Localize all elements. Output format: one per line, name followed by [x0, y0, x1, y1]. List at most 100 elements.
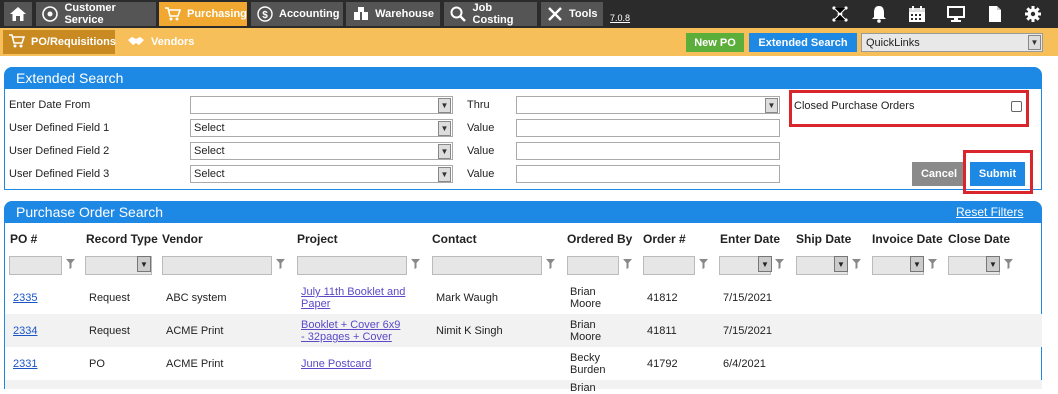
- udf3-value: Select: [194, 168, 225, 180]
- udf2-value: Select: [194, 145, 225, 157]
- tab-vendors[interactable]: Vendors: [121, 30, 201, 54]
- home-tab[interactable]: [4, 2, 32, 26]
- project-link[interactable]: July 11th Booklet and: [301, 286, 405, 298]
- filter-po-input[interactable]: [9, 256, 62, 275]
- column-header[interactable]: Enter Date: [720, 232, 780, 246]
- column-header[interactable]: Contact: [432, 232, 477, 246]
- chevron-down-icon: ▼: [438, 121, 451, 136]
- panel-title: Extended Search: [16, 70, 124, 86]
- thru-select[interactable]: ▼: [516, 96, 780, 114]
- chevron-down-icon[interactable]: ▼: [137, 256, 151, 272]
- tab-customer-service[interactable]: Customer Service: [36, 2, 156, 26]
- new-po-button[interactable]: New PO: [686, 33, 744, 52]
- column-header[interactable]: Record Type: [86, 232, 158, 246]
- tab-tools[interactable]: Tools: [541, 2, 603, 26]
- udf1-value: Select: [194, 122, 225, 134]
- cancel-button[interactable]: Cancel: [912, 162, 966, 186]
- network-icon[interactable]: [829, 3, 851, 25]
- panel-title: Purchase Order Search: [16, 204, 164, 220]
- filter-icon[interactable]: [545, 259, 555, 269]
- udf3-select[interactable]: Select ▼: [190, 165, 453, 183]
- table-row[interactable]: [5, 314, 1042, 347]
- bell-icon[interactable]: [868, 3, 890, 25]
- closed-po-checkbox[interactable]: [1011, 101, 1022, 112]
- chevron-down-icon[interactable]: ▼: [910, 256, 924, 272]
- project-link[interactable]: - 32pages + Cover: [301, 331, 392, 343]
- column-header[interactable]: PO #: [10, 232, 37, 246]
- enter-date: 7/15/2021: [723, 325, 772, 337]
- warehouse-icon: [352, 5, 369, 23]
- project-link[interactable]: June Postcard: [301, 358, 371, 370]
- udf3-value-input[interactable]: [516, 165, 780, 183]
- table-row[interactable]: [5, 380, 1042, 389]
- tools-icon: [547, 5, 563, 23]
- filter-icon[interactable]: [927, 259, 937, 269]
- ordered-by: Becky: [570, 352, 600, 364]
- order-number: 41812: [647, 292, 678, 304]
- chevron-down-icon[interactable]: ▼: [758, 256, 772, 272]
- enter-date: 6/4/2021: [723, 358, 766, 370]
- tab-label: Vendors: [151, 36, 195, 48]
- tab-label: Customer Service: [64, 2, 116, 26]
- table-row[interactable]: [5, 347, 1042, 380]
- filter-order-input[interactable]: [643, 256, 695, 275]
- udf2-select[interactable]: Select ▼: [190, 142, 453, 160]
- extended-search-button[interactable]: Extended Search: [749, 33, 857, 52]
- chevron-down-icon[interactable]: ▼: [986, 256, 1000, 272]
- udf1-value-input[interactable]: [516, 119, 780, 137]
- quicklinks-select[interactable]: QuickLinks ▼: [861, 33, 1043, 52]
- po-number-link[interactable]: 2335: [13, 292, 37, 304]
- column-header[interactable]: Ship Date: [796, 232, 851, 246]
- tab-warehouse[interactable]: Warehouse: [346, 2, 440, 26]
- chevron-down-icon: ▼: [765, 98, 778, 113]
- tab-label: Tools: [569, 8, 598, 20]
- udf2-label: User Defined Field 2: [9, 145, 110, 157]
- tab-job-costing[interactable]: Job Costing: [444, 2, 537, 26]
- filter-icon[interactable]: [622, 259, 632, 269]
- column-header[interactable]: Order #: [643, 232, 686, 246]
- filter-icon[interactable]: [65, 259, 75, 269]
- enter-date-from-select[interactable]: ▼: [190, 96, 453, 114]
- filter-icon[interactable]: [1003, 259, 1013, 269]
- po-number-link[interactable]: 2334: [13, 325, 37, 337]
- tab-purchasing[interactable]: Purchasing: [159, 2, 247, 26]
- calendar-icon[interactable]: [906, 3, 928, 25]
- column-header[interactable]: Vendor: [162, 232, 203, 246]
- version-link[interactable]: 7.0.8: [610, 13, 630, 23]
- po-number-link[interactable]: 2331: [13, 358, 37, 370]
- udf1-select[interactable]: Select ▼: [190, 119, 453, 137]
- filter-contact-input[interactable]: [432, 256, 542, 275]
- magnifier-icon: [450, 5, 467, 23]
- filter-vendor-input[interactable]: [162, 256, 272, 275]
- column-header[interactable]: Invoice Date: [872, 232, 943, 246]
- filter-icon[interactable]: [698, 259, 708, 269]
- column-header[interactable]: Close Date: [948, 232, 1010, 246]
- column-header[interactable]: Ordered By: [567, 232, 632, 246]
- gear-icon[interactable]: [1022, 3, 1044, 25]
- tab-po-requisitions[interactable]: PO/Requisitions: [3, 30, 116, 54]
- udf2-value-label: Value: [467, 145, 495, 157]
- column-header[interactable]: Project: [297, 232, 338, 246]
- project-link[interactable]: Booklet + Cover 6x9: [301, 319, 400, 331]
- filter-icon[interactable]: [275, 259, 285, 269]
- cart-icon: [9, 33, 26, 51]
- tab-accounting[interactable]: $ Accounting: [251, 2, 343, 26]
- submit-button[interactable]: Submit: [970, 162, 1025, 186]
- filter-icon[interactable]: [851, 259, 861, 269]
- tab-label: Purchasing: [187, 8, 247, 20]
- udf2-value-input[interactable]: [516, 142, 780, 160]
- home-icon: [9, 5, 27, 23]
- filter-icon[interactable]: [410, 259, 420, 269]
- table-row[interactable]: [5, 281, 1042, 314]
- document-icon[interactable]: [984, 3, 1006, 25]
- dollar-icon: $: [257, 5, 273, 23]
- monitor-icon[interactable]: [945, 3, 967, 25]
- reset-filters-link[interactable]: Reset Filters: [956, 205, 1023, 219]
- udf3-value-label: Value: [467, 168, 495, 180]
- tab-label: Accounting: [279, 8, 340, 20]
- project-link[interactable]: Paper: [301, 298, 330, 310]
- filter-project-input[interactable]: [297, 256, 407, 275]
- filter-ordered-by-input[interactable]: [567, 256, 619, 275]
- filter-icon[interactable]: [774, 259, 784, 269]
- chevron-down-icon[interactable]: ▼: [834, 256, 848, 272]
